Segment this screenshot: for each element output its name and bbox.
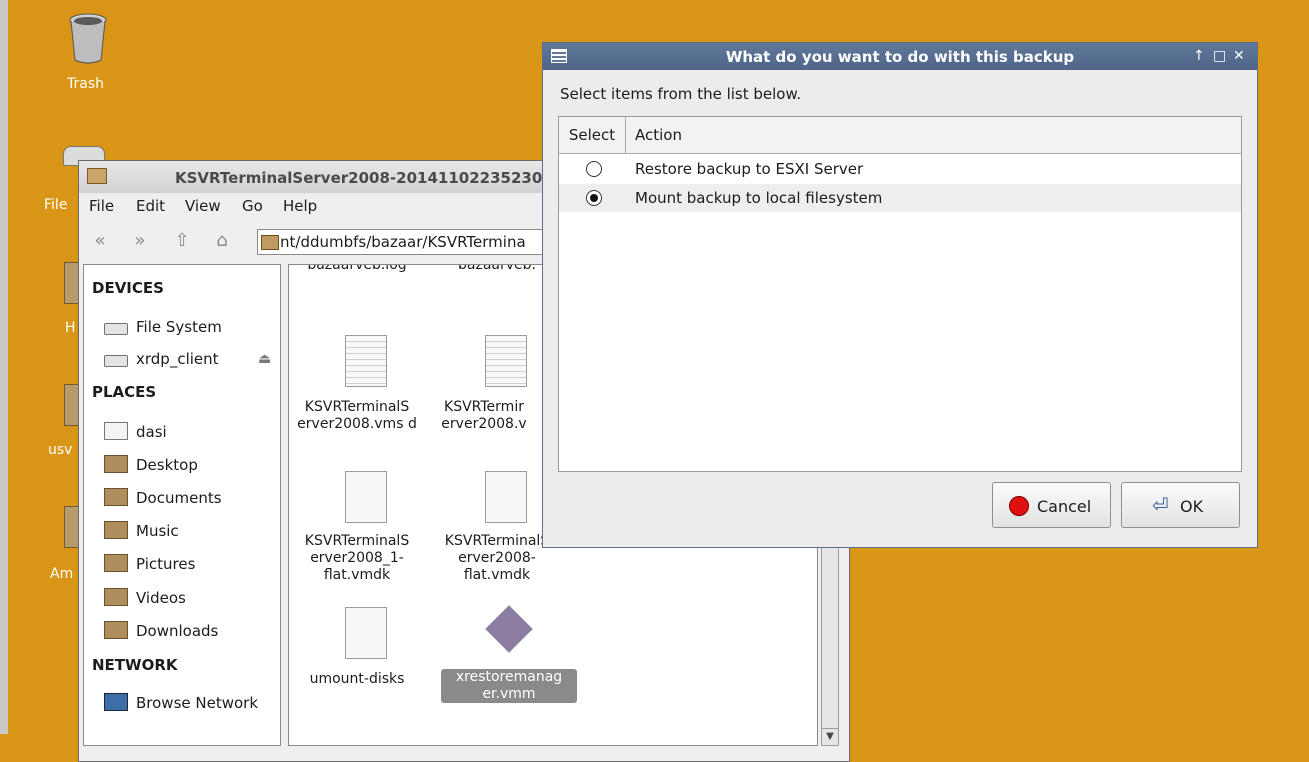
sidebar-item-browse-network[interactable]: Browse Network bbox=[104, 691, 258, 715]
file-name[interactable]: KSVRTerminalS erver2008.vms d bbox=[289, 399, 425, 433]
drive-icon bbox=[104, 323, 128, 335]
file-system-label[interactable]: File bbox=[44, 197, 67, 213]
sidebar-item-label: File System bbox=[136, 318, 222, 336]
sidebar-item-label: dasi bbox=[136, 423, 167, 441]
sidebar: DEVICES File System xrdp_client ⏏ PLACES… bbox=[83, 264, 281, 746]
sidebar-item-xrdp-client[interactable]: xrdp_client bbox=[104, 347, 219, 371]
home-label[interactable]: H bbox=[65, 320, 76, 336]
videos-folder-icon bbox=[104, 588, 128, 606]
forward-icon[interactable]: » bbox=[129, 230, 151, 252]
dialog-prompt: Select items from the list below. bbox=[560, 85, 802, 103]
list-row-restore[interactable]: Restore backup to ESXI Server bbox=[559, 155, 1241, 183]
radio-restore[interactable] bbox=[586, 161, 602, 177]
documents-folder-icon bbox=[104, 488, 128, 506]
file-name[interactable]: KSVRTerminalS erver2008_1- flat.vmdk bbox=[289, 533, 425, 584]
list-header: Select Action bbox=[559, 117, 1241, 154]
cancel-label: Cancel bbox=[1037, 497, 1092, 516]
downloads-folder-icon bbox=[104, 621, 128, 639]
menu-help[interactable]: Help bbox=[283, 197, 317, 215]
enter-icon: ⏎ bbox=[1152, 493, 1169, 517]
network-header: NETWORK bbox=[92, 656, 178, 674]
column-select[interactable]: Select bbox=[559, 117, 626, 153]
network-icon bbox=[104, 693, 128, 711]
folder-icon bbox=[261, 235, 279, 250]
usv-label[interactable]: usv bbox=[48, 442, 72, 458]
sidebar-item-label: Videos bbox=[136, 589, 186, 607]
eject-icon[interactable]: ⏏ bbox=[258, 351, 271, 367]
file-name[interactable]: KSVRTermir erver2008.v bbox=[429, 399, 539, 433]
screen-edge bbox=[0, 0, 8, 734]
places-header: PLACES bbox=[92, 383, 157, 401]
drive-icon bbox=[104, 355, 128, 367]
location-text: nt/ddumbfs/bazaar/KSVRTermina bbox=[280, 233, 526, 251]
am-label[interactable]: Am bbox=[50, 566, 73, 582]
trash-icon[interactable] bbox=[66, 12, 110, 64]
document-icon[interactable] bbox=[345, 335, 387, 387]
sidebar-item-music[interactable]: Music bbox=[104, 519, 179, 543]
backup-action-dialog: What do you want to do with this backup … bbox=[542, 42, 1258, 548]
dialog-title: What do you want to do with this backup bbox=[725, 48, 1075, 66]
sidebar-item-file-system[interactable]: File System bbox=[104, 315, 222, 339]
pictures-folder-icon bbox=[104, 554, 128, 572]
cancel-icon bbox=[1009, 496, 1029, 516]
file-manager-title: KSVRTerminalServer2008-20141102235230 bbox=[175, 169, 543, 187]
sidebar-item-dasi[interactable]: dasi bbox=[104, 420, 167, 444]
action-label: Restore backup to ESXI Server bbox=[635, 160, 864, 178]
close-icon[interactable]: ✕ bbox=[1233, 48, 1245, 64]
ok-button[interactable]: ⏎ OK bbox=[1121, 482, 1240, 528]
maximize-icon[interactable]: □ bbox=[1213, 48, 1226, 64]
trash-label[interactable]: Trash bbox=[67, 76, 104, 92]
cancel-button[interactable]: Cancel bbox=[992, 482, 1111, 528]
music-folder-icon bbox=[104, 521, 128, 539]
sidebar-item-label: Documents bbox=[136, 489, 222, 507]
menu-go[interactable]: Go bbox=[242, 197, 263, 215]
file-name[interactable]: bazaarveb.log bbox=[289, 265, 425, 274]
sidebar-item-label: Music bbox=[136, 522, 179, 540]
scroll-down-icon[interactable]: ▼ bbox=[822, 728, 838, 745]
action-list: Select Action Restore backup to ESXI Ser… bbox=[558, 116, 1242, 472]
sidebar-item-label: Downloads bbox=[136, 622, 219, 640]
folder-icon bbox=[87, 168, 107, 184]
list-row-mount[interactable]: Mount backup to local filesystem bbox=[559, 184, 1241, 212]
action-label: Mount backup to local filesystem bbox=[635, 189, 883, 207]
sidebar-item-pictures[interactable]: Pictures bbox=[104, 552, 195, 576]
shade-icon[interactable]: ↑ bbox=[1193, 48, 1205, 64]
sidebar-item-documents[interactable]: Documents bbox=[104, 486, 222, 510]
document-icon[interactable] bbox=[485, 335, 527, 387]
dialog-titlebar[interactable]: What do you want to do with this backup … bbox=[543, 43, 1257, 70]
sidebar-item-downloads[interactable]: Downloads bbox=[104, 619, 218, 643]
ok-label: OK bbox=[1180, 497, 1204, 516]
menu-file[interactable]: File bbox=[89, 197, 114, 215]
sidebar-item-videos[interactable]: Videos bbox=[104, 586, 186, 610]
menu-view[interactable]: View bbox=[185, 197, 221, 215]
file-icon[interactable] bbox=[345, 471, 387, 523]
home-icon[interactable]: ⌂ bbox=[211, 230, 233, 252]
sidebar-item-label: Desktop bbox=[136, 456, 198, 474]
file-name-selected[interactable]: xrestoremanag er.vmm bbox=[441, 669, 577, 703]
sidebar-item-label: Browse Network bbox=[136, 694, 259, 712]
sidebar-item-label: xrdp_client bbox=[136, 350, 219, 368]
script-link-icon[interactable] bbox=[345, 607, 387, 659]
file-name[interactable]: umount-disks bbox=[289, 671, 425, 688]
back-icon[interactable]: « bbox=[89, 230, 111, 252]
devices-header: DEVICES bbox=[92, 279, 164, 297]
vmm-link-icon[interactable] bbox=[485, 605, 533, 653]
up-icon[interactable]: ⇧ bbox=[171, 230, 193, 252]
sidebar-item-desktop[interactable]: Desktop bbox=[104, 453, 198, 477]
sidebar-item-label: Pictures bbox=[136, 555, 196, 573]
radio-mount[interactable] bbox=[586, 190, 602, 206]
file-icon[interactable] bbox=[485, 471, 527, 523]
home-icon bbox=[104, 422, 128, 440]
column-action[interactable]: Action bbox=[635, 117, 682, 153]
menu-edit[interactable]: Edit bbox=[136, 197, 165, 215]
desktop-folder-icon bbox=[104, 455, 128, 473]
